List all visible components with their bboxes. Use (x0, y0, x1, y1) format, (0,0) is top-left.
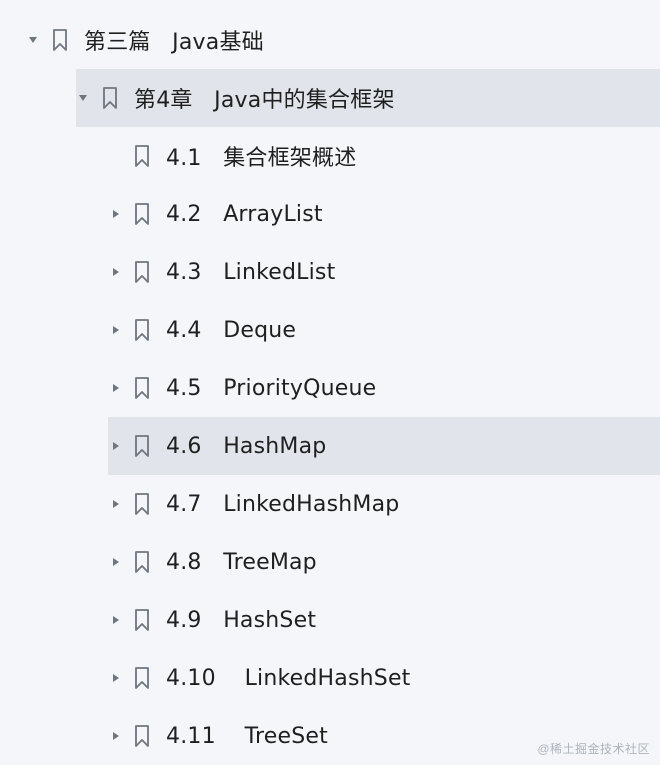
triangle-right-icon[interactable] (108, 729, 122, 743)
bookmark-icon (135, 667, 149, 689)
triangle-right-icon[interactable] (108, 613, 122, 627)
section-label: 4.2 ArrayList (166, 202, 323, 227)
bookmark-icon (135, 319, 149, 341)
section-title: PriorityQueue (223, 375, 377, 401)
section-number: 4.1 (166, 146, 202, 171)
bookmark-tree: 第三篇 Java基础 第4章 Java中的集合框架 4.1 集合框架概述 4.2 … (0, 0, 660, 762)
section-number: 4.5 (166, 375, 202, 401)
section-label: 4.8 TreeMap (166, 550, 317, 575)
section-title: Deque (223, 317, 297, 343)
section-number: 4.9 (166, 607, 202, 633)
section-label: 4.7 LinkedHashMap (166, 492, 399, 517)
section-number: 4.6 (166, 433, 202, 459)
section-label: 4.10 LinkedHashSet (166, 666, 411, 691)
section-label: 4.5 PriorityQueue (166, 376, 376, 401)
part-3-bookmark[interactable]: 第三篇 Java基础 (26, 11, 660, 69)
section-title: TreeMap (223, 549, 317, 575)
section-title: HashSet (223, 607, 317, 633)
section-bookmark-row[interactable]: 4.5 PriorityQueue (108, 359, 660, 417)
triangle-down-icon[interactable] (26, 33, 40, 47)
bookmark-icon (103, 87, 117, 109)
section-bookmark-row[interactable]: 4.2 ArrayList (108, 185, 660, 243)
bookmark-icon (53, 29, 67, 51)
bookmark-icon (135, 551, 149, 573)
bookmark-icon (135, 493, 149, 515)
section-title: 集合框架概述 (223, 146, 357, 171)
chapter-4-bookmark[interactable]: 第4章 Java中的集合框架 (76, 69, 660, 127)
triangle-right-icon[interactable] (108, 323, 122, 337)
triangle-right-icon[interactable] (108, 439, 122, 453)
triangle-right-icon[interactable] (108, 671, 122, 685)
section-number: 4.7 (166, 491, 202, 517)
bookmark-icon (135, 725, 149, 747)
section-label: 4.1 集合框架概述 (166, 140, 356, 172)
section-label: 4.4 Deque (166, 318, 296, 343)
section-label: 4.9 HashSet (166, 608, 316, 633)
section-bookmark-row[interactable]: 4.1 集合框架概述 (108, 127, 660, 185)
section-label: 4.3 LinkedList (166, 260, 335, 285)
triangle-right-icon[interactable] (108, 381, 122, 395)
bookmark-icon (135, 435, 149, 457)
section-title: ArrayList (223, 201, 323, 227)
section-label: 4.6 HashMap (166, 434, 326, 459)
bookmark-icon (135, 261, 149, 283)
section-number: 4.10 (166, 665, 216, 691)
section-title: LinkedList (223, 259, 336, 285)
section-bookmark-row[interactable]: 4.10 LinkedHashSet (108, 649, 660, 707)
triangle-right-icon[interactable] (108, 207, 122, 221)
section-bookmark-row[interactable]: 4.3 LinkedList (108, 243, 660, 301)
section-title: LinkedHashSet (244, 665, 411, 691)
section-title: TreeSet (244, 723, 328, 749)
section-title: LinkedHashMap (223, 491, 400, 517)
section-bookmark-row[interactable]: 4.4 Deque (108, 301, 660, 359)
chapter-title: 第4章 Java中的集合框架 (134, 88, 395, 113)
watermark-text: @稀土掘金技术社区 (537, 742, 650, 756)
triangle-right-icon[interactable] (108, 265, 122, 279)
triangle-right-icon[interactable] (108, 497, 122, 511)
section-label: 4.11 TreeSet (166, 724, 328, 749)
toggle-spacer (108, 149, 122, 163)
bookmark-icon (135, 609, 149, 631)
section-number: 4.11 (166, 723, 216, 749)
section-title: HashMap (223, 433, 327, 459)
triangle-down-icon[interactable] (76, 91, 90, 105)
section-bookmark-row[interactable]: 4.6 HashMap (108, 417, 660, 475)
part-title: 第三篇 Java基础 (84, 30, 264, 55)
section-number: 4.2 (166, 201, 202, 227)
section-bookmark-row[interactable]: 4.8 TreeMap (108, 533, 660, 591)
section-number: 4.3 (166, 259, 202, 285)
bookmark-icon (135, 145, 149, 167)
triangle-right-icon[interactable] (108, 555, 122, 569)
section-number: 4.4 (166, 317, 202, 343)
bookmark-icon (135, 377, 149, 399)
section-bookmark-row[interactable]: 4.7 LinkedHashMap (108, 475, 660, 533)
section-bookmark-row[interactable]: 4.9 HashSet (108, 591, 660, 649)
section-number: 4.8 (166, 549, 202, 575)
bookmark-icon (135, 203, 149, 225)
